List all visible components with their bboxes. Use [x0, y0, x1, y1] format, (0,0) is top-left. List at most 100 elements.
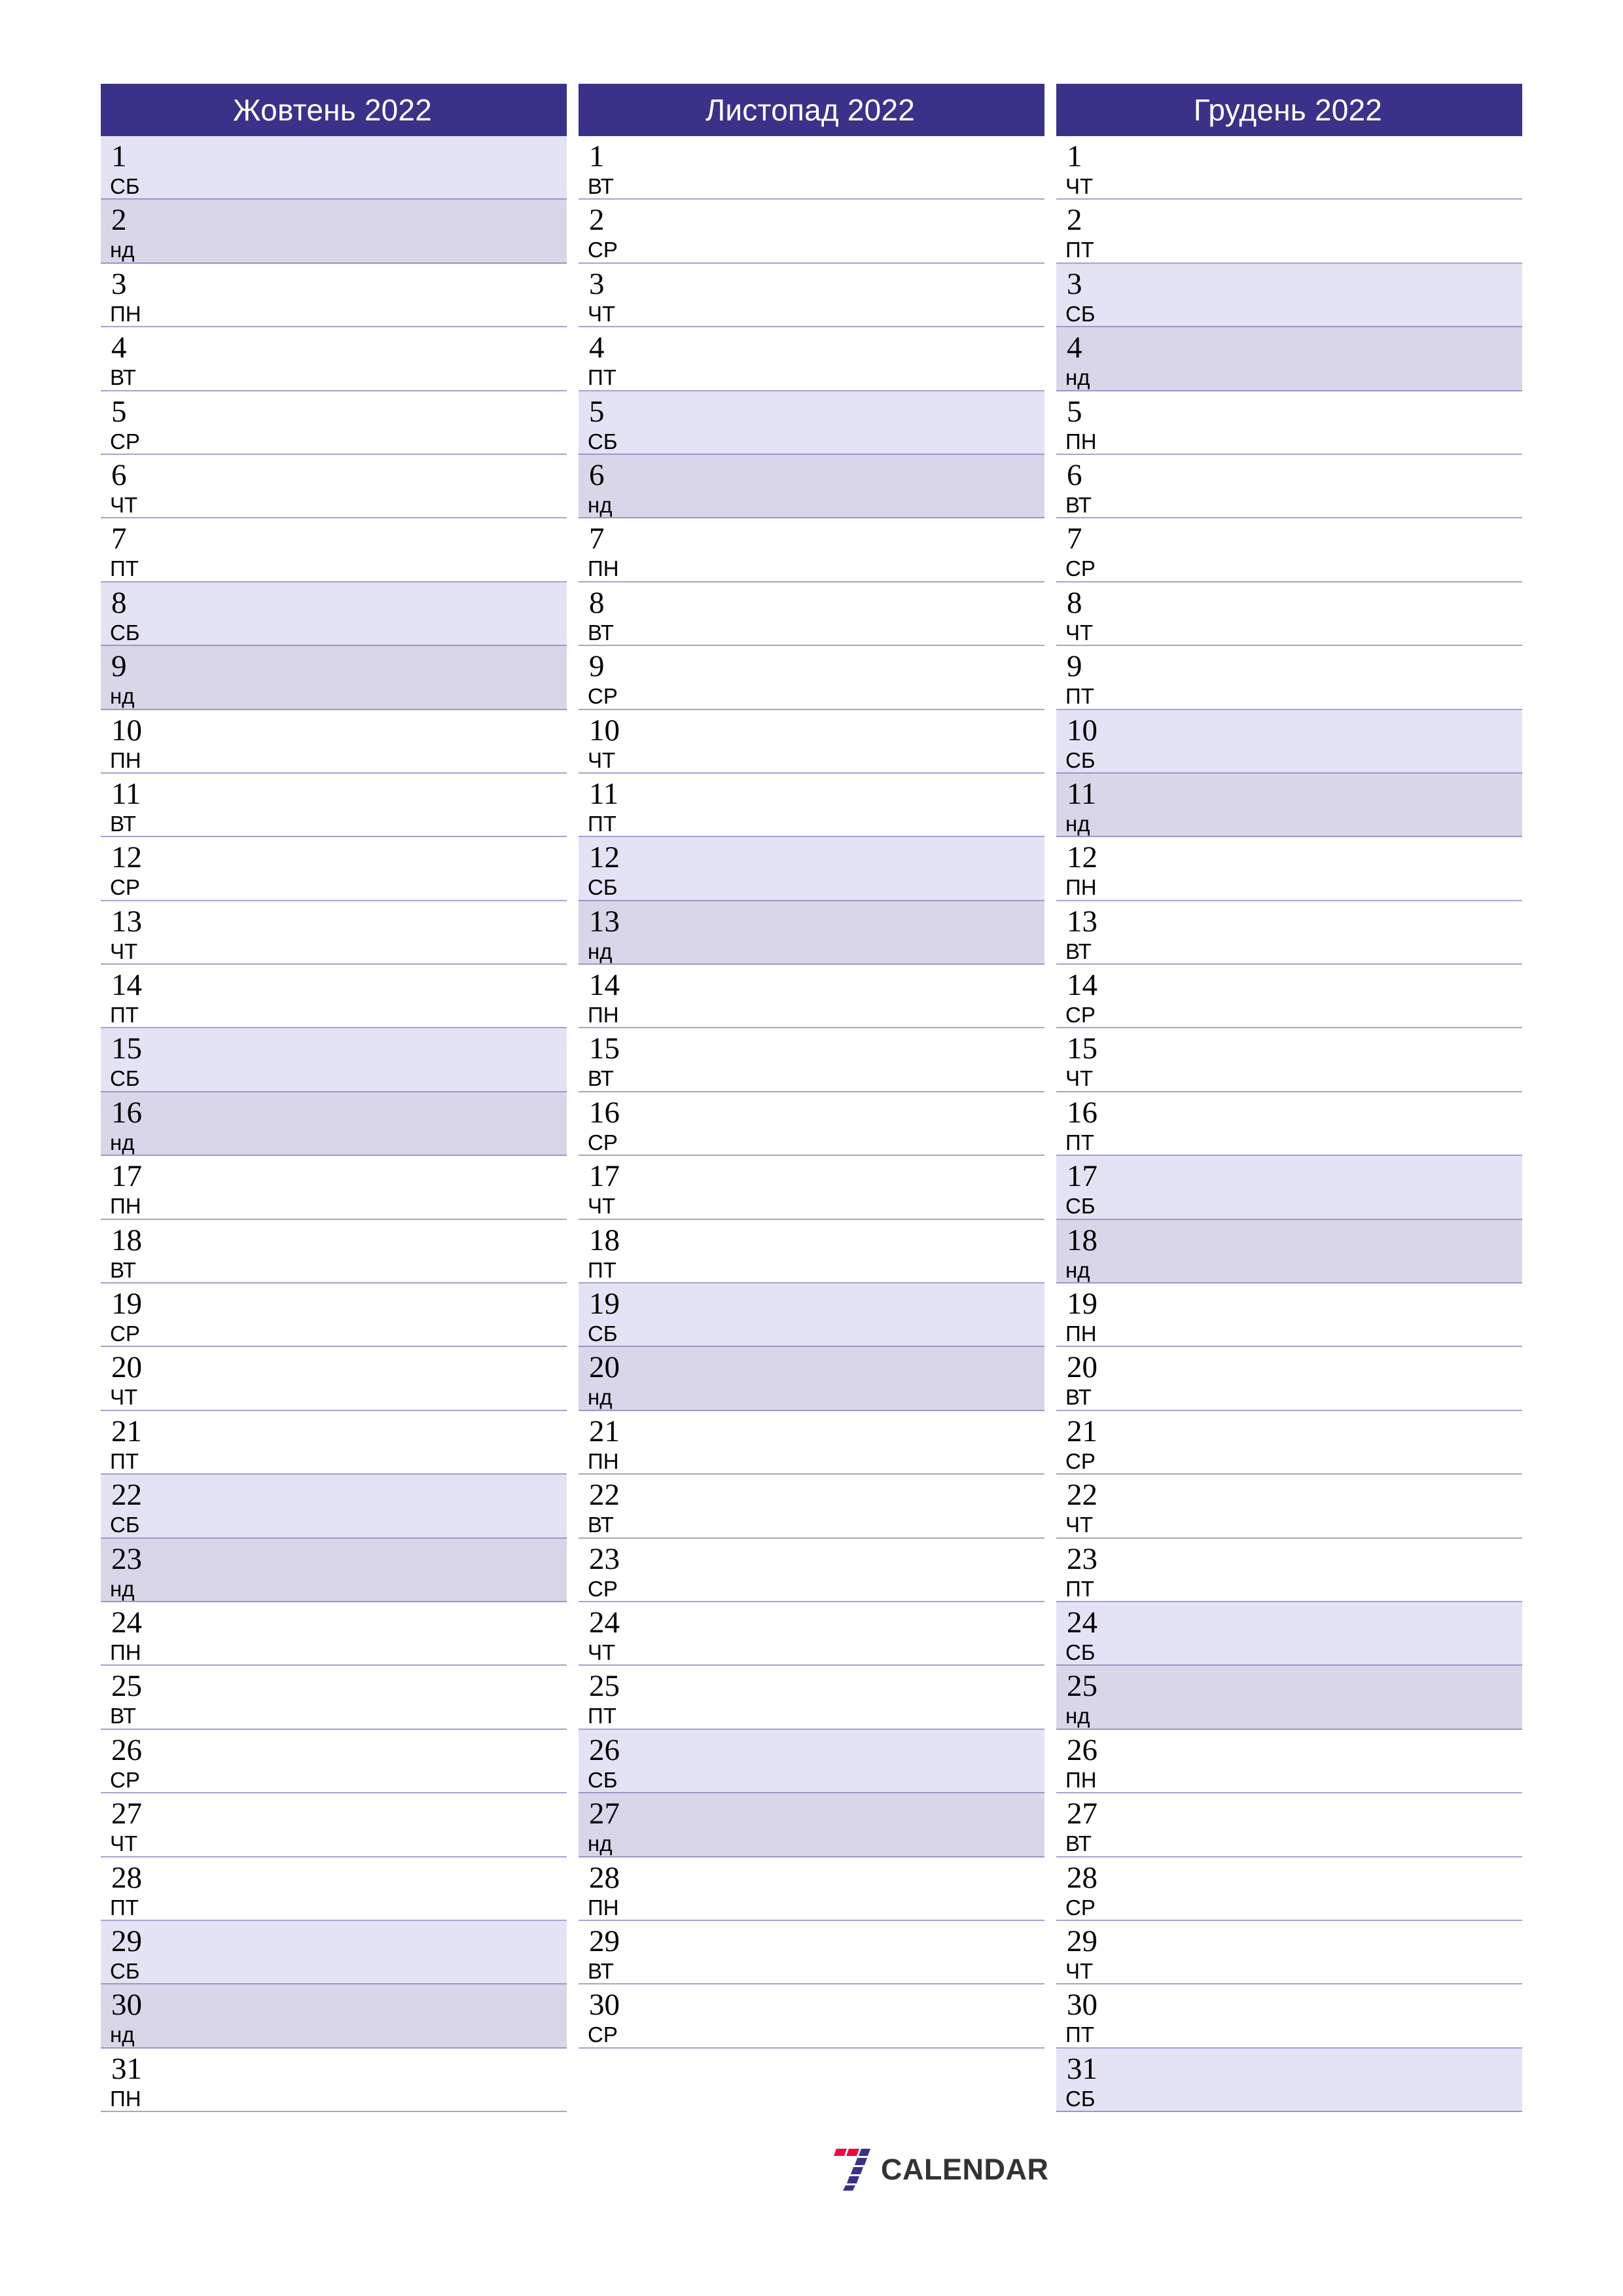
day-weekday-abbr: ПН [110, 1640, 141, 1664]
day-row[interactable]: 12 СБ [579, 837, 1044, 901]
day-row[interactable]: 1 ВТ [579, 136, 1044, 200]
day-row[interactable]: 22 ЧТ [1056, 1475, 1522, 1539]
day-row[interactable]: 16 нд [101, 1092, 567, 1157]
day-row[interactable]: 26 СР [101, 1729, 567, 1794]
day-row[interactable]: 16 СР [579, 1092, 1044, 1157]
day-row[interactable]: 9 ПТ [1056, 646, 1522, 710]
day-row[interactable]: 11 ПТ [579, 773, 1044, 838]
day-row[interactable]: 18 ПТ [579, 1219, 1044, 1284]
day-row[interactable]: 23 нд [101, 1538, 567, 1602]
day-row[interactable]: 13 нд [579, 901, 1044, 965]
day-row[interactable]: 24 СБ [1056, 1602, 1522, 1666]
day-row[interactable]: 4 ВТ [101, 327, 567, 391]
day-row[interactable]: 5 СБ [579, 391, 1044, 455]
day-row[interactable]: 4 нд [1056, 327, 1522, 391]
day-row[interactable]: 2 нд [101, 200, 567, 264]
day-row[interactable]: 13 ЧТ [101, 901, 567, 965]
day-row[interactable]: 22 ВТ [579, 1475, 1044, 1539]
day-row[interactable]: 12 ПН [1056, 837, 1522, 901]
day-row[interactable]: 23 ПТ [1056, 1538, 1522, 1602]
day-row[interactable]: 31 СБ [1056, 2048, 1522, 2113]
day-row[interactable]: 30 нд [101, 1984, 567, 2049]
day-row[interactable]: 5 СР [101, 391, 567, 455]
day-row[interactable]: 28 СР [1056, 1857, 1522, 1921]
day-row[interactable]: 19 СР [101, 1283, 567, 1348]
day-row[interactable]: 26 СБ [579, 1729, 1044, 1794]
day-row[interactable]: 17 ЧТ [579, 1156, 1044, 1220]
day-row[interactable]: 15 ЧТ [1056, 1028, 1522, 1092]
day-row[interactable]: 14 ПТ [101, 965, 567, 1029]
day-row[interactable]: 30 ПТ [1056, 1984, 1522, 2049]
day-weekday-abbr: СР [110, 1767, 140, 1792]
day-row[interactable]: 14 СР [1056, 965, 1522, 1029]
day-row[interactable]: 26 ПН [1056, 1729, 1522, 1794]
day-row[interactable]: 22 СБ [101, 1475, 567, 1539]
day-row[interactable]: 2 СР [579, 200, 1044, 264]
day-number: 2 [1067, 203, 1082, 238]
day-row[interactable]: 29 ВТ [579, 1920, 1044, 1985]
day-row[interactable]: 2 ПТ [1056, 200, 1522, 264]
day-row[interactable]: 9 нд [101, 646, 567, 710]
day-row[interactable]: 29 СБ [101, 1920, 567, 1985]
day-row[interactable]: 18 ВТ [101, 1219, 567, 1284]
day-row[interactable]: 29 ЧТ [1056, 1920, 1522, 1985]
day-row[interactable]: 15 СБ [101, 1028, 567, 1092]
day-number: 26 [111, 1732, 142, 1767]
day-row[interactable]: 8 ЧТ [1056, 582, 1522, 647]
day-row[interactable]: 20 ЧТ [101, 1347, 567, 1411]
day-row[interactable]: 7 ПН [579, 518, 1044, 583]
day-row[interactable]: 28 ПН [579, 1857, 1044, 1921]
day-row[interactable]: 21 ПН [579, 1410, 1044, 1475]
day-row[interactable]: 12 СР [101, 837, 567, 901]
day-row[interactable]: 19 ПН [1056, 1283, 1522, 1348]
day-row[interactable]: 31 ПН [101, 2048, 567, 2113]
day-row[interactable]: 6 ВТ [1056, 454, 1522, 519]
day-row[interactable]: 18 нд [1056, 1219, 1522, 1284]
day-row[interactable]: 10 СБ [1056, 709, 1522, 774]
day-row[interactable]: 25 нд [1056, 1666, 1522, 1730]
day-row[interactable]: 8 СБ [101, 582, 567, 647]
day-weekday-abbr: ВТ [1065, 1831, 1092, 1856]
day-weekday-abbr: СБ [588, 429, 618, 454]
day-row[interactable]: 1 СБ [101, 136, 567, 200]
day-row[interactable]: 10 ЧТ [579, 709, 1044, 774]
day-row[interactable]: 27 ВТ [1056, 1793, 1522, 1857]
day-row[interactable]: 17 ПН [101, 1156, 567, 1220]
day-row[interactable]: 3 ЧТ [579, 263, 1044, 328]
day-row[interactable]: 24 ПН [101, 1602, 567, 1666]
day-row[interactable]: 20 нд [579, 1347, 1044, 1411]
day-row[interactable]: 27 ЧТ [101, 1793, 567, 1857]
day-weekday-abbr: ПН [1065, 875, 1097, 900]
day-row[interactable]: 23 СР [579, 1538, 1044, 1602]
day-row[interactable]: 10 ПН [101, 709, 567, 774]
day-row[interactable]: 11 ВТ [101, 773, 567, 838]
day-row[interactable]: 7 СР [1056, 518, 1522, 583]
day-row[interactable]: 13 ВТ [1056, 901, 1522, 965]
day-row[interactable]: 24 ЧТ [579, 1602, 1044, 1666]
day-row[interactable]: 4 ПТ [579, 327, 1044, 391]
day-row[interactable]: 6 нд [579, 454, 1044, 519]
day-row[interactable]: 21 СР [1056, 1410, 1522, 1475]
day-row[interactable]: 9 СР [579, 646, 1044, 710]
day-row[interactable]: 7 ПТ [101, 518, 567, 583]
day-row[interactable]: 5 ПН [1056, 391, 1522, 455]
day-row[interactable]: 3 ПН [101, 263, 567, 328]
day-row[interactable]: 15 ВТ [579, 1028, 1044, 1092]
day-row[interactable]: 17 СБ [1056, 1156, 1522, 1220]
day-row[interactable]: 1 ЧТ [1056, 136, 1522, 200]
day-row[interactable]: 25 ПТ [579, 1666, 1044, 1730]
day-row[interactable]: 30 СР [579, 1984, 1044, 2049]
day-row[interactable]: 28 ПТ [101, 1857, 567, 1921]
day-row[interactable]: 14 ПН [579, 965, 1044, 1029]
day-row[interactable]: 8 ВТ [579, 582, 1044, 647]
day-row[interactable]: 27 нд [579, 1793, 1044, 1857]
day-row[interactable]: 25 ВТ [101, 1666, 567, 1730]
day-row[interactable]: 19 СБ [579, 1283, 1044, 1348]
day-row[interactable]: 21 ПТ [101, 1410, 567, 1475]
day-row[interactable]: 20 ВТ [1056, 1347, 1522, 1411]
day-row[interactable]: 11 нд [1056, 773, 1522, 838]
day-row[interactable]: 16 ПТ [1056, 1092, 1522, 1157]
day-row[interactable]: 3 СБ [1056, 263, 1522, 328]
day-number: 6 [1067, 457, 1082, 492]
day-row[interactable]: 6 ЧТ [101, 454, 567, 519]
